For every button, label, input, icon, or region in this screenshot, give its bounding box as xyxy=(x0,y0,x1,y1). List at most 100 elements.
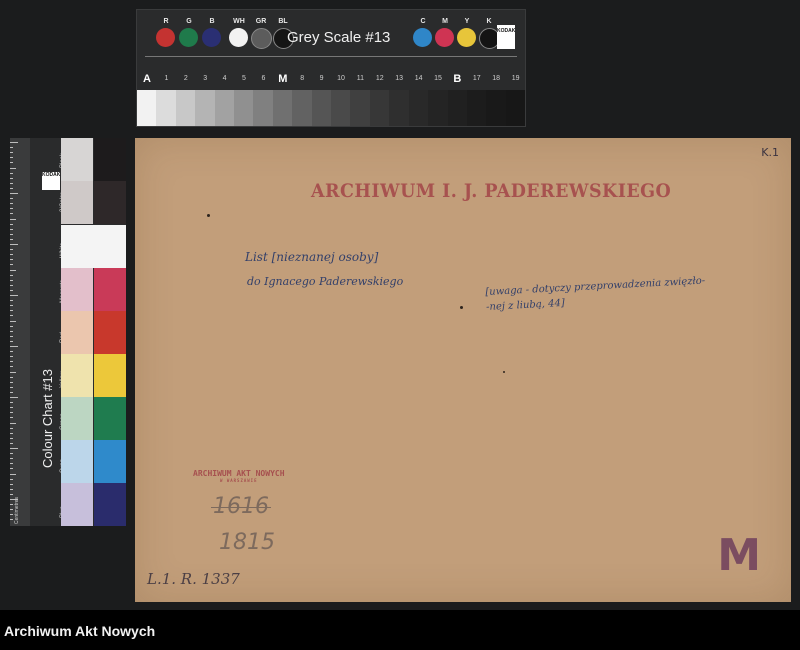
ruler-tick xyxy=(10,213,13,215)
ruler-tick xyxy=(10,488,13,490)
colour-swatch xyxy=(61,181,93,224)
patch-label-m: M xyxy=(442,18,448,25)
handwritten-note: [uwaga - dotyczy przeprowadzenia zwięzło… xyxy=(485,273,706,314)
ruler-tick xyxy=(10,320,16,322)
aan-stamp-subtext: W WARSZAWIE xyxy=(220,478,258,483)
ruler-tick xyxy=(10,509,13,511)
grey-step-2 xyxy=(175,90,196,126)
ruler-tick xyxy=(10,519,13,521)
colour-swatch xyxy=(94,268,126,311)
ruler-tick xyxy=(10,346,18,347)
ruler-tick xyxy=(10,407,13,409)
kodak-logo: KODAK xyxy=(497,25,515,49)
ruler-tick xyxy=(10,504,13,506)
ruler-tick xyxy=(10,493,13,495)
patch-y xyxy=(457,28,476,47)
step-number-5: 5 xyxy=(242,75,246,82)
paper-speck xyxy=(503,371,505,373)
patch-label-c: C xyxy=(420,18,426,25)
step-number-4: 4 xyxy=(222,75,227,82)
document-card: K.1 ARCHIWUM I. J. PADEREWSKIEGO List [n… xyxy=(135,138,791,602)
ruler-tick xyxy=(10,203,13,205)
archive-stamp: ARCHIWUM I. J. PADEREWSKIEGO xyxy=(311,180,672,202)
patch-wh xyxy=(229,28,248,47)
ruler-tick xyxy=(10,386,13,388)
colour-swatch xyxy=(94,483,126,526)
ruler-tick xyxy=(10,295,18,296)
kodak-logo-text: KODAK xyxy=(497,28,516,34)
letter-m-stamp: M xyxy=(717,530,761,581)
ruler-tick xyxy=(10,233,13,235)
grey-step-13 xyxy=(389,90,409,126)
step-number-15: 15 xyxy=(434,75,442,82)
ruler-tick xyxy=(10,310,13,312)
grey-scale-target: R G B WH GR BL C M Y K Grey Scale #13 KODAK A1234… xyxy=(137,10,526,126)
grey-scale-step-numbers: A 1 2 3 4 5 6 M 8 9 10 11 12 13 14 15 B 17 18 19 xyxy=(137,73,525,87)
ruler-tick xyxy=(10,361,13,363)
grey-scale-divider xyxy=(145,56,517,57)
patch-g xyxy=(179,28,198,47)
ruler-tick xyxy=(10,453,13,455)
ruler-tick xyxy=(10,284,13,286)
ruler-tick xyxy=(10,417,13,419)
ruler-tick xyxy=(10,483,13,485)
grey-step-17 xyxy=(466,90,487,126)
ruler-tick xyxy=(10,458,13,460)
grey-scale-title: Grey Scale #13 xyxy=(287,29,391,46)
ruler-tick xyxy=(10,412,13,414)
step-number-18: 18 xyxy=(492,75,501,82)
ruler-tick xyxy=(10,152,13,154)
patch-c xyxy=(413,28,432,47)
grey-step-10 xyxy=(331,90,351,126)
handwritten-title-line2: do Ignacego Paderewskiego xyxy=(247,275,404,288)
paper-speck xyxy=(460,306,463,309)
colour-swatch xyxy=(94,397,126,440)
colour-swatch xyxy=(94,138,126,181)
signature-reference: L.1. R. 1337 xyxy=(147,570,240,588)
ruler-tick xyxy=(10,371,16,373)
centimetre-ruler xyxy=(10,138,30,526)
ruler-tick xyxy=(10,167,16,169)
ruler-tick xyxy=(10,238,13,240)
colour-swatch xyxy=(94,311,126,354)
ruler-tick xyxy=(10,142,18,143)
grey-step-3 xyxy=(195,90,215,126)
grey-step-6 xyxy=(253,90,273,126)
paper-speck xyxy=(207,214,210,217)
ruler-tick xyxy=(10,157,13,159)
patch-m xyxy=(435,28,454,47)
step-number-11: 11 xyxy=(356,75,365,82)
patch-b xyxy=(202,28,221,47)
ruler-tick xyxy=(10,391,13,393)
patch-r xyxy=(156,28,175,47)
grey-step-15 xyxy=(428,90,448,126)
ruler-tick xyxy=(10,427,13,429)
ruler-tick xyxy=(10,463,13,465)
ruler-tick xyxy=(10,432,13,434)
grey-step-11 xyxy=(350,90,370,126)
colour-swatch xyxy=(61,397,93,440)
ruler-tick xyxy=(10,274,13,276)
step-number-2: 2 xyxy=(183,75,188,82)
step-number-9: 9 xyxy=(319,75,324,82)
ruler-tick xyxy=(10,254,13,256)
colour-swatch xyxy=(61,483,93,526)
ruler-tick xyxy=(10,172,13,174)
colour-swatch xyxy=(61,138,93,181)
patch-label-bl: BL xyxy=(278,18,288,25)
step-number-17: 17 xyxy=(472,75,481,82)
ruler-tick xyxy=(10,269,16,271)
ruler-tick xyxy=(10,335,13,337)
colour-swatch xyxy=(61,268,93,311)
ruler-tick xyxy=(10,351,13,353)
ruler-tick xyxy=(10,437,13,439)
ruler-tick xyxy=(10,244,18,245)
grey-step-b xyxy=(447,90,467,126)
grey-step-a xyxy=(137,90,157,126)
ruler-tick xyxy=(10,228,13,230)
grey-step-9 xyxy=(311,90,332,126)
step-number-b: B xyxy=(453,73,462,85)
step-number-m: M xyxy=(278,73,288,85)
colour-chart-logo-text: KODAK xyxy=(42,172,61,178)
patch-label-gr: GR xyxy=(255,18,267,25)
